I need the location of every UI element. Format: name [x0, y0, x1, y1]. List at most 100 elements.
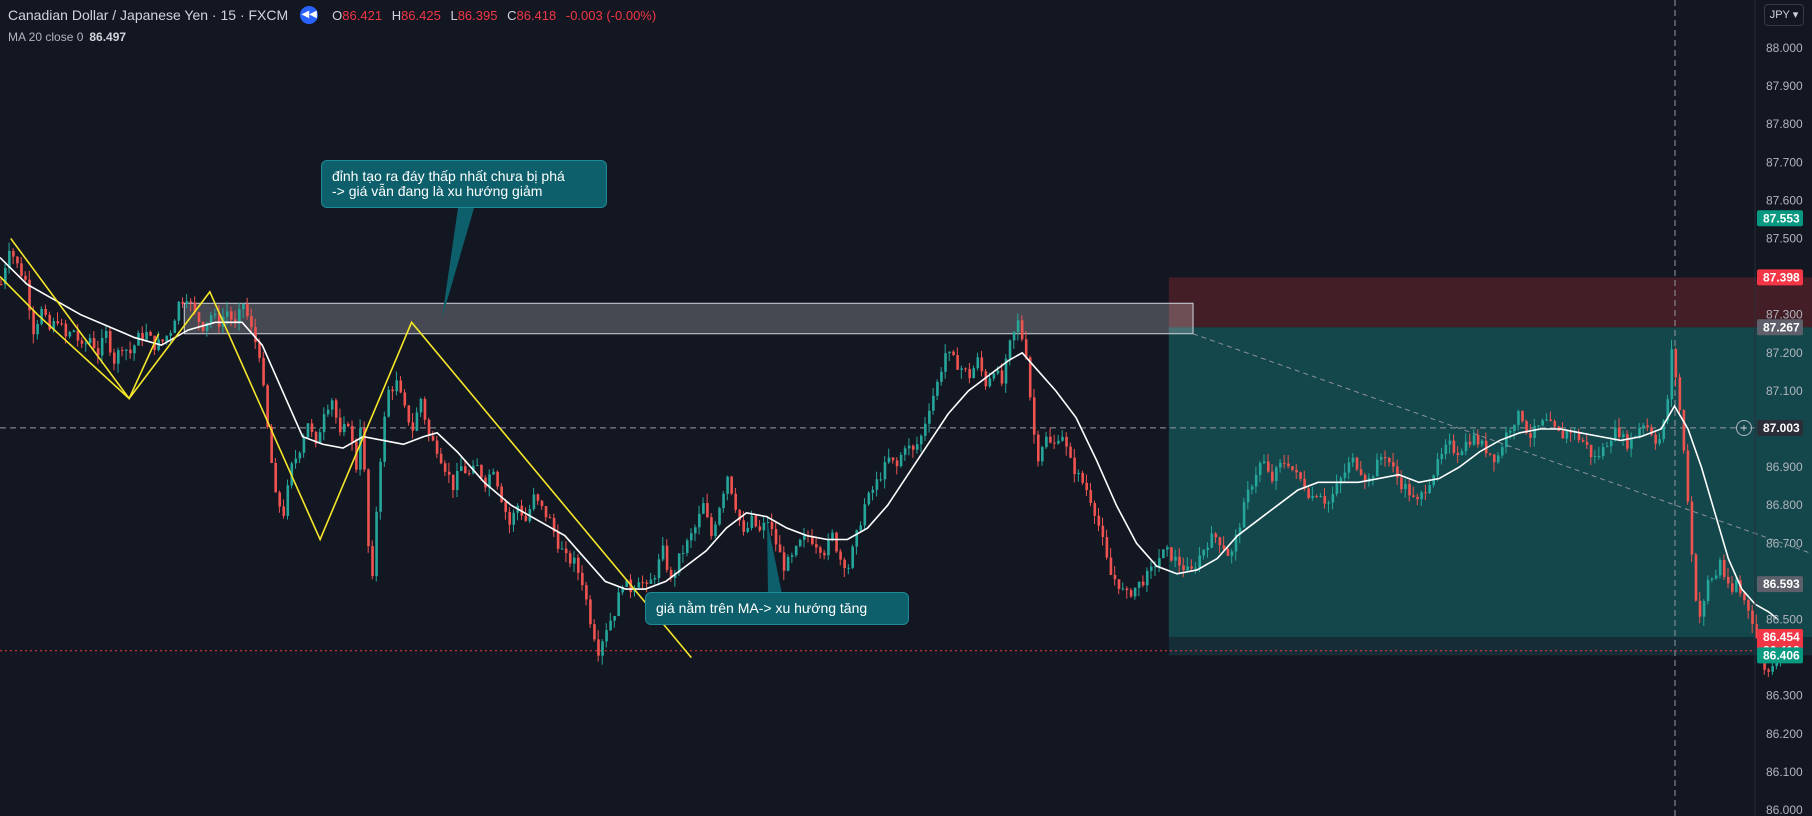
ma-value: 86.497 — [89, 30, 127, 44]
candle-body — [956, 354, 959, 370]
candle-body — [1767, 669, 1770, 672]
candle-body — [1279, 462, 1282, 468]
candle-body — [694, 527, 697, 534]
candle-body — [996, 370, 1000, 374]
candle-body — [1323, 496, 1327, 504]
y-tick-label: 86.500 — [1766, 613, 1803, 627]
candle-body — [1690, 501, 1694, 555]
candle-body — [1710, 578, 1714, 580]
candle-body — [1121, 588, 1125, 590]
candle-body — [1141, 581, 1145, 586]
candle-body — [1343, 472, 1347, 479]
candle-body — [1501, 447, 1504, 456]
candle-body — [798, 539, 802, 547]
candle-body — [1174, 556, 1177, 561]
candle-body — [891, 457, 895, 461]
candle-body — [1597, 456, 1601, 458]
ma-label: MA 20 close 0 — [8, 30, 84, 44]
candle-body — [786, 556, 790, 571]
candle-body — [76, 330, 80, 341]
candle-body — [1057, 440, 1060, 444]
candle-body — [1509, 430, 1512, 433]
candle-body — [1311, 496, 1314, 498]
candle-body — [782, 552, 786, 571]
candle-body — [689, 533, 693, 541]
candle-body — [883, 462, 887, 480]
candle-body — [1605, 446, 1609, 448]
candle-body — [794, 546, 798, 556]
candle-body — [1093, 502, 1097, 516]
y-tick-label: 86.900 — [1766, 460, 1803, 474]
candle-body — [1593, 456, 1597, 458]
candle-body — [1020, 320, 1024, 340]
add-plus-icon[interactable]: + — [1736, 420, 1752, 436]
currency-selector[interactable]: JPY ▾ — [1764, 4, 1804, 26]
candle-body — [1061, 436, 1064, 441]
candle-body — [568, 553, 572, 564]
callout-top-note[interactable]: đỉnh tạo ra đáy thấp nhất chưa bị phá ->… — [321, 160, 607, 208]
candle-body — [68, 332, 72, 337]
candle-body — [80, 340, 84, 344]
candle-body — [839, 551, 842, 560]
candle-body — [496, 471, 499, 487]
candle-body — [500, 486, 503, 503]
candle-body — [278, 492, 282, 507]
candle-body — [1682, 410, 1686, 451]
candle-body — [1202, 549, 1206, 556]
symbol-title[interactable]: Canadian Dollar / Japanese Yen · 15 · FX… — [8, 7, 288, 23]
candle-body — [1226, 548, 1230, 556]
y-tick-label: 87.700 — [1766, 155, 1803, 169]
candle-body — [1036, 434, 1040, 462]
candle-body — [681, 553, 685, 555]
candle-body — [476, 465, 479, 467]
candle-body — [282, 506, 286, 516]
candle-body — [1016, 320, 1020, 332]
candle-body — [1170, 547, 1173, 561]
candle-body — [601, 641, 604, 656]
candle-body — [145, 331, 148, 340]
candle-body — [1291, 466, 1294, 470]
candle-body — [1609, 440, 1613, 447]
candle-body — [468, 473, 471, 475]
candle-body — [129, 349, 132, 354]
candle-body — [770, 522, 774, 529]
candle-body — [585, 585, 588, 600]
candle-body — [173, 320, 177, 334]
candle-body — [976, 357, 980, 369]
candle-body — [597, 639, 600, 656]
candle-body — [815, 544, 818, 548]
candle-body — [1561, 430, 1565, 439]
candle-body — [189, 301, 193, 303]
candle-body — [403, 392, 407, 406]
candle-body — [1073, 457, 1076, 475]
candle-body — [1464, 441, 1468, 452]
replay-icon[interactable]: ◀◀ — [300, 6, 319, 24]
y-tick-label: 87.900 — [1766, 79, 1803, 93]
candle-body — [710, 517, 713, 537]
y-tick-label: 86.200 — [1766, 727, 1803, 741]
candle-body — [980, 357, 984, 372]
candle-body — [1327, 502, 1331, 504]
candle-body — [411, 422, 415, 431]
candle-body — [254, 327, 257, 343]
candle-body — [1658, 439, 1661, 444]
candle-body — [778, 544, 782, 553]
candle-body — [1109, 557, 1113, 575]
candle-body — [1299, 472, 1302, 479]
candle-body — [1182, 565, 1185, 571]
candle-body — [371, 546, 374, 577]
candle-body — [827, 538, 830, 556]
candle-body — [459, 466, 463, 471]
ohlc-values: O86.421 H86.425 L86.395 C86.418 -0.003 (… — [332, 7, 657, 23]
candle-body — [427, 419, 431, 436]
candle-body — [855, 530, 859, 547]
candle-body — [932, 395, 935, 411]
callout-bottom-note[interactable]: giá nằm trên MA-> xu hướng tăng — [645, 592, 909, 625]
candle-body — [451, 474, 455, 490]
price-chart[interactable]: 88.00087.90087.80087.70087.60087.50087.4… — [0, 0, 1812, 816]
candle-body — [698, 513, 701, 528]
candle-body — [746, 528, 750, 532]
candle-body — [1541, 420, 1544, 426]
candle-body — [722, 493, 725, 509]
ma-indicator-legend[interactable]: MA 20 close 0 86.497 — [8, 30, 126, 44]
